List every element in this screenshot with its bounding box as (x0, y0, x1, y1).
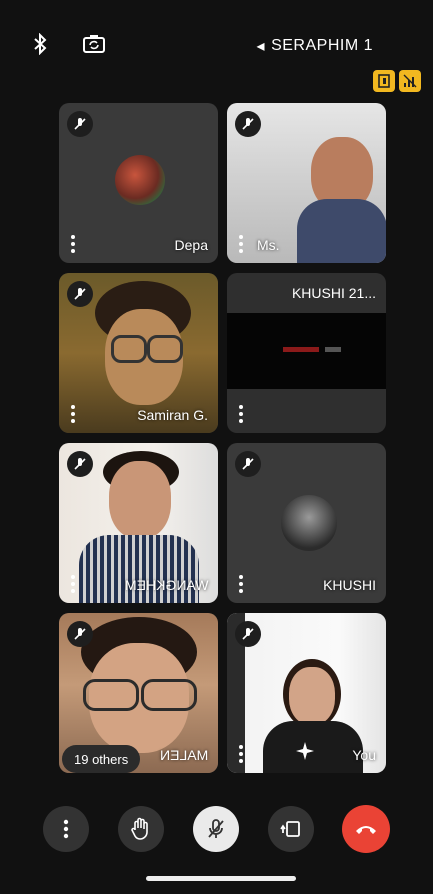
chevron-icon: ◂ (256, 38, 266, 55)
participant-tile[interactable]: Samiran G. (59, 273, 218, 433)
switch-camera-icon[interactable] (82, 32, 106, 56)
top-bar: ◂ SERAPHIM 1 (0, 30, 433, 60)
call-controls (0, 800, 433, 860)
shared-screen-content (325, 347, 341, 352)
participant-name: WANGKHEM (124, 577, 208, 593)
signal-icon[interactable] (399, 70, 421, 92)
glasses (147, 335, 183, 363)
participant-name: Samiran G. (137, 407, 208, 423)
meeting-title[interactable]: ◂ SERAPHIM 1 (257, 36, 373, 56)
mic-off-icon (67, 621, 93, 647)
participant-name: KHUSHI (323, 577, 376, 593)
participant-tile[interactable]: Ms. (227, 103, 386, 263)
meeting-name: SERAPHIM 1 (271, 37, 373, 54)
participant-tile[interactable]: Depa (59, 103, 218, 263)
more-options-icon[interactable] (235, 575, 247, 593)
more-options-icon[interactable] (235, 405, 247, 423)
more-options-icon[interactable] (67, 405, 79, 423)
others-label: 19 others (74, 751, 129, 767)
shared-screen-content (283, 347, 319, 352)
more-options-icon[interactable] (67, 235, 79, 253)
mic-off-icon (67, 281, 93, 307)
mic-off-icon (235, 621, 261, 647)
more-options-button[interactable] (43, 806, 89, 852)
glasses (111, 335, 147, 363)
end-call-button[interactable] (342, 805, 390, 853)
participant-name: Ms. (257, 237, 280, 253)
mic-off-icon (67, 111, 93, 137)
avatar (115, 155, 165, 205)
effects-sparkle-icon[interactable] (295, 741, 315, 766)
call-screen: ◂ SERAPHIM 1 Depa Ms. Samiran G. KHUSHI … (0, 0, 433, 894)
shared-screen (227, 313, 386, 389)
mic-off-icon (235, 111, 261, 137)
face (289, 667, 335, 725)
transcript-icon[interactable] (373, 70, 395, 92)
mic-off-icon (235, 451, 261, 477)
participant-tile[interactable]: KHUSHI 21... (227, 273, 386, 433)
more-options-icon[interactable] (67, 575, 79, 593)
share-screen-button[interactable] (268, 806, 314, 852)
clothing (297, 199, 386, 263)
mic-off-icon (67, 451, 93, 477)
microphone-off-button[interactable] (193, 806, 239, 852)
status-badges (373, 70, 421, 92)
glasses (141, 679, 197, 711)
home-indicator[interactable] (146, 876, 296, 881)
participant-name: MALEN (159, 747, 208, 763)
more-options-icon[interactable] (235, 235, 247, 253)
bluetooth-icon[interactable] (28, 32, 52, 56)
participant-tile[interactable]: You (227, 613, 386, 773)
avatar (281, 495, 337, 551)
face (109, 461, 171, 539)
participant-name: KHUSHI 21... (291, 285, 376, 301)
participant-tile[interactable]: WANGKHEM (59, 443, 218, 603)
participant-name: Depa (174, 237, 208, 253)
participant-name: You (352, 747, 376, 763)
more-options-icon[interactable] (235, 745, 247, 763)
raise-hand-button[interactable] (118, 806, 164, 852)
glasses (83, 679, 139, 711)
others-pill[interactable]: 19 others (62, 745, 141, 773)
participant-tile[interactable]: KHUSHI (227, 443, 386, 603)
